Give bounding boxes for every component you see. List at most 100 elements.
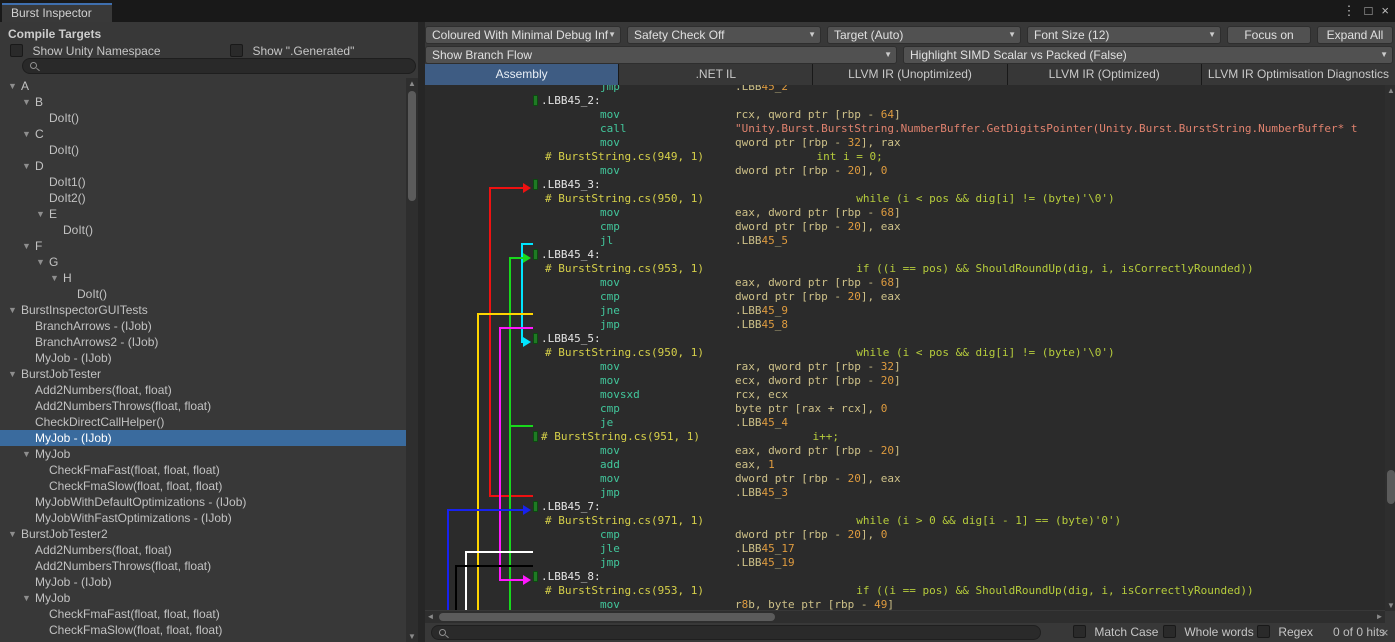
close-icon[interactable]: × [1381, 3, 1389, 19]
code-vscrollbar[interactable]: ▲ ▼ [1385, 85, 1395, 611]
jump-target-marker [533, 95, 538, 106]
show-generated-label: Show ".Generated" [252, 44, 354, 58]
kebab-menu-icon[interactable]: ⋮ [1343, 3, 1356, 19]
tree-item[interactable]: ▼A [0, 78, 406, 94]
focus-on-code-button[interactable]: Focus on Code [1227, 26, 1311, 44]
fold-arrow-icon[interactable]: ▼ [8, 529, 21, 539]
panel-splitter[interactable] [418, 22, 425, 642]
tree-item[interactable]: ▼B [0, 94, 406, 110]
tree-item[interactable]: DoIt() [0, 142, 406, 158]
tree-item[interactable]: ▼D [0, 158, 406, 174]
tree-item[interactable]: ▼MyJob [0, 446, 406, 462]
tree-item-label: MyJob [35, 447, 70, 461]
fold-arrow-icon[interactable]: ▼ [22, 241, 35, 251]
tree-item[interactable]: CheckDirectCallHelper() [0, 414, 406, 430]
fold-arrow-icon[interactable]: ▼ [22, 129, 35, 139]
tree-item[interactable]: ▼H [0, 270, 406, 286]
fold-arrow-icon[interactable]: ▼ [36, 257, 49, 267]
tree-item[interactable]: DoIt() [0, 286, 406, 302]
tab-assembly[interactable]: Assembly [425, 64, 618, 85]
tree-item[interactable]: ▼F [0, 238, 406, 254]
window-tab-burst-inspector[interactable]: Burst Inspector [2, 3, 112, 22]
scroll-right-icon[interactable]: ► [1374, 611, 1385, 623]
tree-item[interactable]: MyJobWithFastOptimizations - (IJob) [0, 510, 406, 526]
fold-arrow-icon[interactable]: ▼ [8, 81, 21, 91]
tree-scrollbar-thumb[interactable] [408, 91, 416, 201]
tree-item[interactable]: ▼C [0, 126, 406, 142]
tree-item[interactable]: BranchArrows2 - (IJob) [0, 334, 406, 350]
fold-arrow-icon[interactable]: ▼ [22, 161, 35, 171]
tree-item[interactable]: DoIt1() [0, 174, 406, 190]
expand-all-button[interactable]: Expand All [1317, 26, 1393, 44]
tab-llvm-ir-unoptimized-[interactable]: LLVM IR (Unoptimized) [813, 64, 1006, 85]
fold-arrow-icon[interactable]: ▼ [8, 369, 21, 379]
debug-information-dropdown[interactable]: Coloured With Minimal Debug Inf ▼ [425, 26, 621, 44]
tree-item[interactable]: DoIt() [0, 110, 406, 126]
show-unity-namespace-checkbox[interactable] [10, 44, 23, 57]
scroll-up-icon[interactable]: ▲ [406, 78, 418, 89]
tree-item[interactable]: ▼BurstJobTester2 [0, 526, 406, 542]
tree-item[interactable]: ▼BurstJobTester [0, 366, 406, 382]
tree-item[interactable]: BranchArrows - (IJob) [0, 318, 406, 334]
fold-arrow-icon[interactable]: ▼ [22, 449, 35, 459]
tab--net-il[interactable]: .NET IL [619, 64, 812, 85]
match-case-option[interactable]: Match Case [1073, 625, 1158, 639]
asm-instruction-line: moveax, dword ptr [rbp - 68] [425, 276, 1385, 290]
whole-words-option[interactable]: Whole words [1163, 625, 1254, 639]
fold-arrow-icon[interactable]: ▼ [22, 97, 35, 107]
tab-llvm-ir-optimized-[interactable]: LLVM IR (Optimized) [1008, 64, 1201, 85]
match-case-checkbox[interactable] [1073, 625, 1086, 638]
tree-item[interactable]: CheckFmaSlow(float, float, float) [0, 622, 406, 638]
fold-arrow-icon[interactable]: ▼ [50, 273, 63, 283]
safety-check-dropdown[interactable]: Safety Check Off ▼ [627, 26, 821, 44]
assembly-view[interactable]: jmp.LBB45_2.LBB45_2:movrcx, qword ptr [r… [425, 85, 1385, 610]
tree-item[interactable]: Add2Numbers(float, float) [0, 382, 406, 398]
whole-words-checkbox[interactable] [1163, 625, 1176, 638]
targets-search-field[interactable] [22, 58, 416, 74]
tree-item[interactable]: MyJobWithDefaultOptimizations - (IJob) [0, 494, 406, 510]
jump-target-marker [533, 571, 538, 582]
tree-item[interactable]: MyJob - (IJob) [0, 430, 406, 446]
tree-item[interactable]: Add2NumbersThrows(float, float) [0, 398, 406, 414]
fold-arrow-icon[interactable]: ▼ [36, 209, 49, 219]
close-find-icon[interactable]: × [1381, 625, 1389, 640]
tree-item[interactable]: ▼MyJob [0, 590, 406, 606]
scroll-down-icon[interactable]: ▼ [1385, 600, 1395, 611]
code-hscrollbar-thumb[interactable] [439, 613, 775, 621]
tree-item[interactable]: MyJob - (IJob) [0, 350, 406, 366]
show-generated-checkbox[interactable] [230, 44, 243, 57]
tree-item[interactable]: DoIt() [0, 222, 406, 238]
scroll-up-icon[interactable]: ▲ [1385, 85, 1395, 96]
fold-arrow-icon[interactable]: ▼ [22, 593, 35, 603]
tree-item[interactable]: ▼E [0, 206, 406, 222]
tree-item-label: G [49, 255, 58, 269]
tree-item[interactable]: CheckFmaFast(float, float, float) [0, 462, 406, 478]
tree-item[interactable]: CheckFmaFast(float, float, float) [0, 606, 406, 622]
regex-checkbox[interactable] [1257, 625, 1270, 638]
scroll-left-icon[interactable]: ◄ [425, 611, 436, 623]
code-hscrollbar[interactable]: ◄ ► [425, 611, 1385, 623]
code-vscrollbar-thumb[interactable] [1387, 470, 1395, 504]
font-size-dropdown[interactable]: Font Size (12) ▼ [1027, 26, 1221, 44]
source-comment-line: # BurstString.cs(971, 1) while (i > 0 &&… [425, 514, 1385, 528]
scroll-down-icon[interactable]: ▼ [406, 631, 418, 642]
highlight-simd-dropdown[interactable]: Highlight SIMD Scalar vs Packed (False) … [903, 46, 1393, 64]
tree-item[interactable]: Add2Numbers(float, float) [0, 542, 406, 558]
maximize-icon[interactable]: □ [1365, 3, 1373, 19]
tree-scrollbar[interactable]: ▲ ▼ [406, 78, 418, 642]
find-input[interactable] [431, 625, 1041, 640]
tree-item-label: CheckFmaFast(float, float, float) [49, 463, 220, 477]
tree-item[interactable]: MyJob - (IJob) [0, 574, 406, 590]
fold-arrow-icon[interactable]: ▼ [8, 305, 21, 315]
jump-target-marker [533, 501, 538, 512]
tree-item[interactable]: CheckFmaSlow(float, float, float) [0, 478, 406, 494]
tree-item[interactable]: ▼BurstInspectorGUITests [0, 302, 406, 318]
tree-item[interactable]: ▼G [0, 254, 406, 270]
target-dropdown[interactable]: Target (Auto) ▼ [827, 26, 1021, 44]
tree-item[interactable]: Add2NumbersThrows(float, float) [0, 558, 406, 574]
regex-option[interactable]: Regex [1257, 625, 1313, 639]
tab-llvm-ir-optimisation-diagnostics[interactable]: LLVM IR Optimisation Diagnostics [1202, 64, 1395, 85]
asm-instruction-line: call"Unity.Burst.BurstString.NumberBuffe… [425, 122, 1385, 136]
show-branch-flow-dropdown[interactable]: Show Branch Flow ▼ [425, 46, 897, 64]
tree-item[interactable]: DoIt2() [0, 190, 406, 206]
